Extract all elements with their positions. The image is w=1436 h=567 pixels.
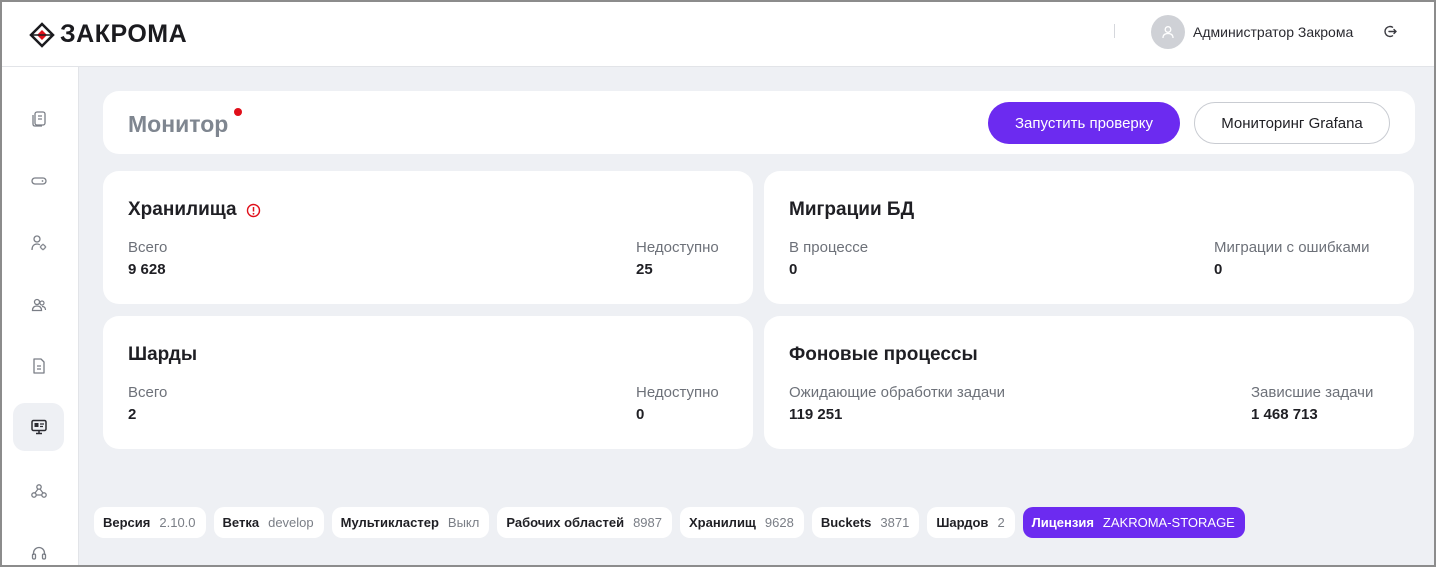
documents-icon bbox=[31, 111, 46, 127]
pill-key: Ветка bbox=[222, 515, 260, 530]
pill-key: Лицензия bbox=[1031, 515, 1094, 530]
card-title: Миграции БД bbox=[789, 199, 914, 221]
stat-in-progress: В процессе 0 bbox=[789, 239, 868, 278]
system-info-bar: Версия 2.10.0 Ветка develop Мультикласте… bbox=[94, 507, 1245, 538]
info-pill-buckets: Buckets 3871 bbox=[811, 507, 920, 538]
info-pill-multicluster: Мультикластер Выкл bbox=[331, 507, 490, 538]
sidebar-item-documents[interactable] bbox=[13, 95, 64, 143]
card-title: Шарды bbox=[128, 344, 197, 366]
migrations-title: Миграции БД bbox=[789, 199, 915, 220]
logo[interactable]: ЗАКРОМА bbox=[29, 20, 187, 49]
card-title: Хранилища bbox=[128, 199, 261, 221]
pill-key: Шардов bbox=[936, 515, 989, 530]
stat-value: 0 bbox=[636, 406, 645, 423]
info-pill-storages: Хранилищ 9628 bbox=[680, 507, 804, 538]
stat-errors: Миграции с ошибками 0 bbox=[1214, 239, 1370, 278]
storages-title: Хранилища bbox=[128, 199, 237, 220]
sidebar-item-monitor[interactable] bbox=[13, 403, 64, 451]
stat-value: 0 bbox=[789, 261, 798, 278]
file-icon bbox=[32, 358, 45, 374]
background-processes-card: Фоновые процессы Ожидающие обработки зад… bbox=[764, 316, 1414, 449]
shards-title: Шарды bbox=[128, 344, 198, 365]
grafana-button[interactable]: Мониторинг Grafana bbox=[1194, 102, 1390, 144]
sidebar-item-users[interactable] bbox=[13, 281, 64, 329]
stat-unavailable: Недоступно 0 bbox=[636, 384, 719, 423]
pill-value: 8987 bbox=[633, 515, 662, 530]
logo-diamond-icon bbox=[29, 21, 55, 48]
pill-value: ZAKROMA-STORAGE bbox=[1102, 515, 1235, 530]
stat-label: Зависшие задачи bbox=[1251, 384, 1374, 401]
stat-label: Миграции с ошибками bbox=[1214, 239, 1370, 256]
stat-label: Недоступно bbox=[636, 384, 719, 401]
stat-total: Всего 9 628 bbox=[128, 239, 167, 278]
sidebar-item-file[interactable] bbox=[13, 342, 64, 390]
info-alert-icon[interactable] bbox=[246, 203, 261, 218]
network-icon bbox=[30, 484, 47, 498]
drive-icon bbox=[30, 177, 47, 185]
pill-key: Версия bbox=[103, 515, 151, 530]
user-icon bbox=[1162, 26, 1174, 39]
stat-value: 0 bbox=[1214, 261, 1223, 278]
stat-label: Всего bbox=[128, 384, 168, 401]
page-title: Монитор bbox=[128, 111, 229, 137]
stat-label: В процессе bbox=[789, 239, 869, 256]
storages-card: Хранилища Всего 9 628 Недоступно 25 bbox=[103, 171, 753, 304]
alert-dot bbox=[234, 108, 242, 116]
header-divider bbox=[1114, 24, 1115, 38]
stat-value: 1 468 713 bbox=[1251, 406, 1318, 423]
stat-value: 9 628 bbox=[128, 261, 166, 278]
pill-key: Хранилищ bbox=[689, 515, 756, 530]
stat-label: Недоступно bbox=[636, 239, 719, 256]
run-check-button[interactable]: Запустить проверку bbox=[988, 102, 1180, 144]
avatar[interactable] bbox=[1151, 15, 1185, 49]
sidebar-item-network[interactable] bbox=[13, 467, 64, 515]
logout-icon[interactable] bbox=[1383, 24, 1398, 39]
monitor-header: Монитор Запустить проверку Мониторинг Gr… bbox=[103, 91, 1415, 154]
pill-value: develop bbox=[268, 515, 314, 530]
pill-key: Мультикластер bbox=[340, 515, 439, 530]
pill-value: 2 bbox=[997, 515, 1005, 530]
stat-unavailable: Недоступно 25 bbox=[636, 239, 719, 278]
pill-key: Рабочих областей bbox=[506, 515, 625, 530]
pill-value: 9628 bbox=[764, 515, 794, 530]
info-pill-branch: Ветка develop bbox=[213, 507, 324, 538]
card-title: Фоновые процессы bbox=[789, 344, 978, 366]
shards-card: Шарды Всего 2 Недоступно 0 bbox=[103, 316, 753, 449]
stat-total: Всего 2 bbox=[128, 384, 167, 423]
pill-key: Buckets bbox=[820, 515, 872, 530]
pill-value: Выкл bbox=[447, 515, 480, 530]
migrations-card: Миграции БД В процессе 0 Миграции с ошиб… bbox=[764, 171, 1414, 304]
user-settings-icon bbox=[30, 235, 46, 251]
stat-value: 2 bbox=[128, 406, 137, 423]
sidebar-item-support[interactable] bbox=[13, 529, 64, 567]
stat-value: 25 bbox=[636, 261, 653, 278]
info-pill-license[interactable]: Лицензия ZAKROMA-STORAGE bbox=[1022, 507, 1245, 538]
stat-pending-tasks: Ожидающие обработки задачи 119 251 bbox=[789, 384, 1005, 423]
pill-value: 3871 bbox=[880, 515, 910, 530]
stat-label: Всего bbox=[128, 239, 168, 256]
user-name[interactable]: Администратор Закрома bbox=[1193, 24, 1353, 40]
users-icon bbox=[31, 298, 46, 312]
background-title: Фоновые процессы bbox=[789, 344, 978, 365]
top-bar: ЗАКРОМА Администратор Закрома bbox=[0, 0, 1436, 67]
sidebar bbox=[0, 67, 79, 567]
sidebar-item-drive[interactable] bbox=[13, 157, 64, 205]
pill-value: 2.10.0 bbox=[159, 515, 196, 530]
stat-value: 119 251 bbox=[789, 406, 843, 423]
info-pill-shards: Шардов 2 bbox=[927, 507, 1015, 538]
info-pill-version: Версия 2.10.0 bbox=[94, 507, 206, 538]
sidebar-item-user-settings[interactable] bbox=[13, 219, 64, 267]
support-icon bbox=[31, 546, 46, 560]
stat-stuck-tasks: Зависшие задачи 1 468 713 bbox=[1251, 384, 1373, 423]
stat-label: Ожидающие обработки задачи bbox=[789, 384, 1006, 401]
info-pill-workspaces: Рабочих областей 8987 bbox=[497, 507, 672, 538]
monitor-icon bbox=[30, 419, 47, 435]
logo-text: ЗАКРОМА bbox=[60, 20, 188, 48]
